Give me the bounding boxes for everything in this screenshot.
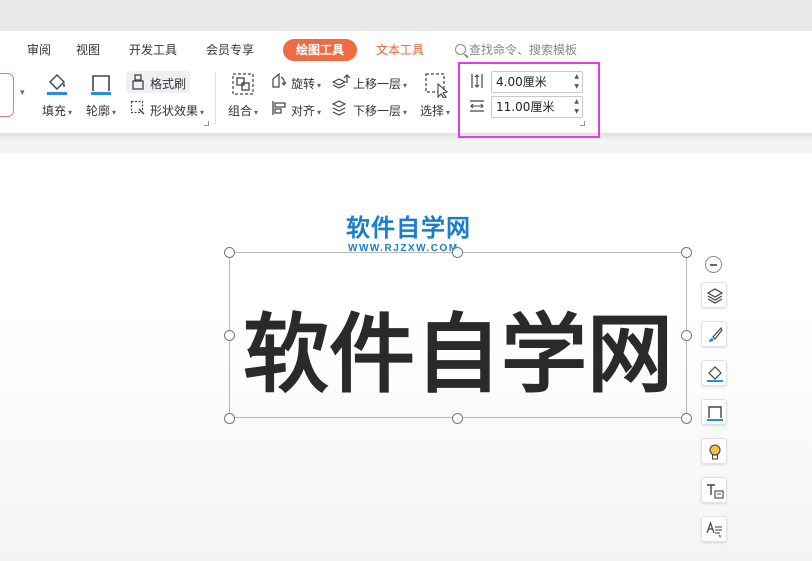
outline-label: 轮廓 bbox=[86, 104, 111, 118]
canvas-top-band bbox=[0, 141, 812, 153]
shape-effects-icon[interactable] bbox=[130, 100, 146, 116]
align-button[interactable]: 对齐 ▾ bbox=[291, 102, 321, 119]
resize-handle-left[interactable] bbox=[224, 330, 235, 341]
tab-review[interactable]: 审阅 bbox=[27, 41, 51, 58]
outline-button[interactable]: 轮廓 ▾ bbox=[86, 102, 116, 119]
send-backward-label: 下移一层 bbox=[353, 104, 402, 118]
shape-outline-button[interactable] bbox=[701, 399, 727, 425]
resize-handle-top[interactable] bbox=[452, 247, 463, 258]
command-search[interactable]: 查找命令、搜索模板 bbox=[455, 41, 577, 58]
resize-handle-bottom-left[interactable] bbox=[224, 413, 235, 424]
resize-handle-top-left[interactable] bbox=[224, 247, 235, 258]
fill-label: 填充 bbox=[42, 104, 67, 118]
style-gallery-dropdown[interactable]: ▾ bbox=[20, 88, 25, 98]
text-effects-button[interactable] bbox=[701, 516, 727, 542]
align-caret: ▾ bbox=[317, 108, 322, 117]
layers-icon bbox=[706, 288, 724, 304]
bring-forward-button[interactable]: 上移一层 ▾ bbox=[353, 75, 407, 92]
brush-icon bbox=[709, 326, 723, 342]
smart-suggestion-button[interactable] bbox=[701, 438, 727, 464]
tab-member[interactable]: 会员专享 bbox=[206, 41, 254, 58]
search-placeholder: 查找命令、搜索模板 bbox=[469, 43, 578, 57]
menu-bar: 审阅 视图 开发工具 会员专享 绘图工具 文本工具 查找命令、搜索模板 bbox=[0, 31, 812, 67]
bring-forward-caret: ▾ bbox=[403, 81, 408, 90]
rotate-label: 旋转 bbox=[291, 77, 316, 91]
shape-effects-caret: ▾ bbox=[200, 108, 205, 117]
outline-caret: ▾ bbox=[112, 108, 117, 117]
layers-button[interactable] bbox=[701, 282, 727, 308]
group-label: 组合 bbox=[228, 104, 253, 118]
send-backward-icon[interactable] bbox=[332, 100, 350, 116]
shape-text[interactable]: 软件自学网 bbox=[229, 300, 687, 410]
resize-handle-right[interactable] bbox=[681, 330, 692, 341]
bring-forward-icon[interactable] bbox=[332, 73, 350, 89]
shape-effects-label: 形状效果 bbox=[150, 104, 199, 118]
rotate-icon[interactable] bbox=[271, 73, 287, 89]
text-effects-icon bbox=[706, 521, 723, 538]
rotate-caret: ▾ bbox=[317, 81, 322, 90]
select-caret: ▾ bbox=[446, 108, 451, 117]
group-caret: ▾ bbox=[254, 108, 259, 117]
divider bbox=[215, 72, 216, 124]
size-highlight-box bbox=[458, 62, 600, 138]
align-icon[interactable] bbox=[271, 100, 287, 116]
shape-style-button[interactable] bbox=[701, 321, 727, 347]
fill-bucket-icon bbox=[707, 366, 723, 382]
ribbon-shadow bbox=[0, 133, 812, 141]
resize-handle-top-right[interactable] bbox=[681, 247, 692, 258]
resize-handle-bottom-right[interactable] bbox=[681, 413, 692, 424]
select-icon[interactable] bbox=[424, 72, 450, 98]
group-icon[interactable] bbox=[231, 72, 255, 96]
fill-caret: ▾ bbox=[68, 108, 73, 117]
group-launcher-icon[interactable] bbox=[204, 121, 209, 126]
text-frame-icon bbox=[707, 484, 724, 499]
tab-view[interactable]: 视图 bbox=[76, 41, 100, 58]
select-label: 选择 bbox=[420, 104, 445, 118]
logo-text: 软件自学网 bbox=[346, 214, 471, 242]
search-icon bbox=[455, 44, 466, 55]
format-painter-label[interactable]: 格式刷 bbox=[150, 75, 186, 92]
format-painter-icon[interactable] bbox=[131, 74, 145, 90]
bring-forward-label: 上移一层 bbox=[353, 77, 402, 91]
shape-effects-button[interactable]: 形状效果 ▾ bbox=[150, 102, 204, 119]
send-backward-caret: ▾ bbox=[403, 108, 408, 117]
outline-icon[interactable] bbox=[90, 72, 112, 96]
tab-drawing-tools[interactable]: 绘图工具 bbox=[283, 39, 357, 61]
shape-style-preview[interactable] bbox=[0, 73, 14, 117]
tab-developer[interactable]: 开发工具 bbox=[129, 41, 177, 58]
tab-text-tools[interactable]: 文本工具 bbox=[376, 41, 424, 58]
send-backward-button[interactable]: 下移一层 ▾ bbox=[353, 102, 407, 119]
title-bar bbox=[0, 0, 812, 31]
fill-icon[interactable] bbox=[46, 72, 68, 96]
resize-handle-bottom[interactable] bbox=[452, 413, 463, 424]
rotate-button[interactable]: 旋转 ▾ bbox=[291, 75, 321, 92]
group-button[interactable]: 组合 ▾ bbox=[228, 102, 258, 119]
text-format-button[interactable] bbox=[701, 477, 727, 503]
lightbulb-icon bbox=[709, 444, 721, 460]
shape-fill-button[interactable] bbox=[701, 360, 727, 386]
align-label: 对齐 bbox=[291, 104, 316, 118]
collapse-toolbar-icon[interactable] bbox=[705, 256, 722, 273]
fill-button[interactable]: 填充 ▾ bbox=[42, 102, 72, 119]
select-button[interactable]: 选择 ▾ bbox=[420, 102, 450, 119]
outline-frame-icon bbox=[707, 406, 723, 421]
